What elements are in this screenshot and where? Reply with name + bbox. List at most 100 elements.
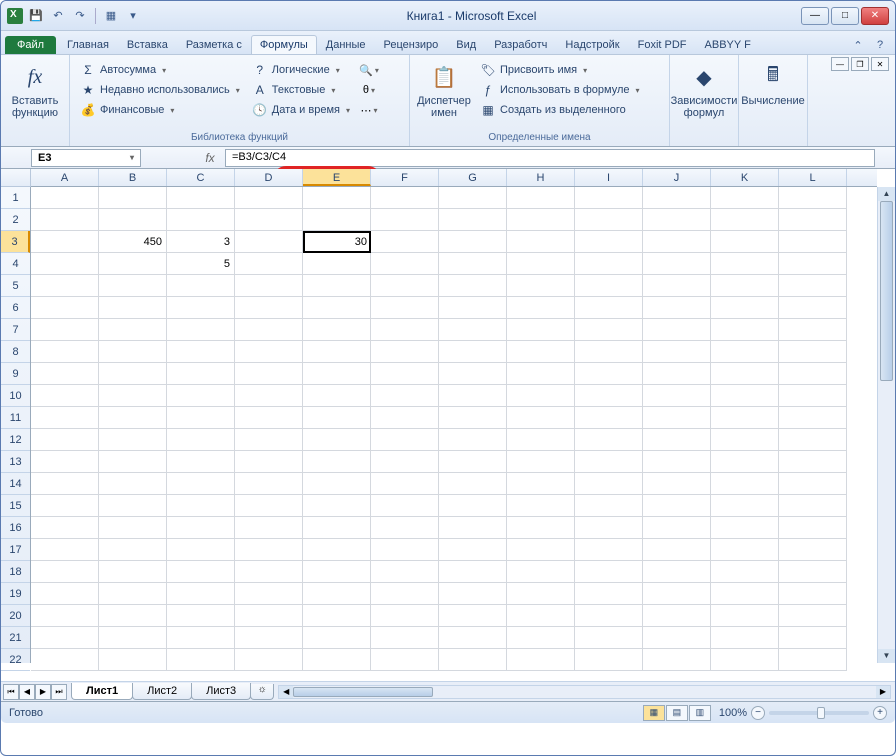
workbook-close-button[interactable]: ✕ (871, 57, 889, 71)
page-layout-view-button[interactable]: ▤ (666, 705, 688, 721)
column-header-L[interactable]: L (779, 169, 847, 186)
cell-F6[interactable] (371, 297, 439, 319)
ribbon-tab-разработч[interactable]: Разработч (485, 35, 556, 54)
cell-B7[interactable] (99, 319, 167, 341)
cell-A19[interactable] (31, 583, 99, 605)
column-header-E[interactable]: E (303, 169, 371, 186)
cell-K20[interactable] (711, 605, 779, 627)
cell-B22[interactable] (99, 649, 167, 671)
cell-C17[interactable] (167, 539, 235, 561)
cell-J19[interactable] (643, 583, 711, 605)
cell-G22[interactable] (439, 649, 507, 671)
cell-J6[interactable] (643, 297, 711, 319)
normal-view-button[interactable]: ▦ (643, 705, 665, 721)
cell-L19[interactable] (779, 583, 847, 605)
row-header-18[interactable]: 18 (1, 561, 30, 583)
cell-G9[interactable] (439, 363, 507, 385)
cell-B17[interactable] (99, 539, 167, 561)
cell-H11[interactable] (507, 407, 575, 429)
cell-K14[interactable] (711, 473, 779, 495)
cell-G7[interactable] (439, 319, 507, 341)
cell-H18[interactable] (507, 561, 575, 583)
sheet-nav-last[interactable]: ⏭ (51, 684, 67, 700)
autosum-button[interactable]: ΣАвтосумма▾ (76, 61, 244, 79)
cell-L12[interactable] (779, 429, 847, 451)
cell-A3[interactable] (31, 231, 99, 253)
ribbon-tab-abbyy f[interactable]: ABBYY F (696, 35, 760, 54)
cell-A14[interactable] (31, 473, 99, 495)
cell-L4[interactable] (779, 253, 847, 275)
cell-J1[interactable] (643, 187, 711, 209)
cell-B4[interactable] (99, 253, 167, 275)
cell-F12[interactable] (371, 429, 439, 451)
cell-G14[interactable] (439, 473, 507, 495)
column-header-K[interactable]: K (711, 169, 779, 186)
cell-I4[interactable] (575, 253, 643, 275)
cell-D6[interactable] (235, 297, 303, 319)
cell-A22[interactable] (31, 649, 99, 671)
cell-K2[interactable] (711, 209, 779, 231)
sheet-nav-next[interactable]: ▶ (35, 684, 51, 700)
cell-B10[interactable] (99, 385, 167, 407)
cell-F4[interactable] (371, 253, 439, 275)
sheet-nav-first[interactable]: ⏮ (3, 684, 19, 700)
cell-J10[interactable] (643, 385, 711, 407)
cell-G12[interactable] (439, 429, 507, 451)
sheet-tab-Лист3[interactable]: Лист3 (191, 683, 251, 700)
cell-H1[interactable] (507, 187, 575, 209)
ribbon-tab-разметка с[interactable]: Разметка с (177, 35, 251, 54)
row-header-2[interactable]: 2 (1, 209, 30, 231)
row-header-20[interactable]: 20 (1, 605, 30, 627)
cell-E3[interactable]: 30 (303, 231, 371, 253)
cell-F8[interactable] (371, 341, 439, 363)
cell-E2[interactable] (303, 209, 371, 231)
column-header-J[interactable]: J (643, 169, 711, 186)
cell-J13[interactable] (643, 451, 711, 473)
cell-F16[interactable] (371, 517, 439, 539)
cell-C19[interactable] (167, 583, 235, 605)
cell-B19[interactable] (99, 583, 167, 605)
cell-E15[interactable] (303, 495, 371, 517)
cell-L10[interactable] (779, 385, 847, 407)
cell-A2[interactable] (31, 209, 99, 231)
save-button[interactable]: 💾 (27, 7, 45, 25)
name-box-dropdown-icon[interactable]: ▾ (130, 153, 134, 162)
cell-J18[interactable] (643, 561, 711, 583)
help-button[interactable]: ? (871, 36, 889, 54)
cell-I22[interactable] (575, 649, 643, 671)
row-header-10[interactable]: 10 (1, 385, 30, 407)
cell-I10[interactable] (575, 385, 643, 407)
cell-I15[interactable] (575, 495, 643, 517)
cell-L15[interactable] (779, 495, 847, 517)
cell-D1[interactable] (235, 187, 303, 209)
cell-I5[interactable] (575, 275, 643, 297)
cell-D17[interactable] (235, 539, 303, 561)
cell-B2[interactable] (99, 209, 167, 231)
cell-C6[interactable] (167, 297, 235, 319)
cell-A18[interactable] (31, 561, 99, 583)
scroll-right-arrow[interactable]: ▶ (876, 686, 890, 698)
cell-K15[interactable] (711, 495, 779, 517)
cell-K12[interactable] (711, 429, 779, 451)
ribbon-tab-данные[interactable]: Данные (317, 35, 375, 54)
cell-J15[interactable] (643, 495, 711, 517)
row-header-12[interactable]: 12 (1, 429, 30, 451)
insert-function-button[interactable]: fx Вставить функцию (7, 57, 63, 129)
cell-D21[interactable] (235, 627, 303, 649)
zoom-out-button[interactable]: − (751, 706, 765, 720)
cell-A16[interactable] (31, 517, 99, 539)
zoom-value[interactable]: 100% (719, 707, 747, 719)
column-header-C[interactable]: C (167, 169, 235, 186)
cell-I17[interactable] (575, 539, 643, 561)
cell-K3[interactable] (711, 231, 779, 253)
select-all-corner[interactable] (1, 169, 31, 187)
row-header-9[interactable]: 9 (1, 363, 30, 385)
cell-J2[interactable] (643, 209, 711, 231)
cell-L8[interactable] (779, 341, 847, 363)
cell-J5[interactable] (643, 275, 711, 297)
cell-B12[interactable] (99, 429, 167, 451)
formula-bar[interactable]: =B3/C3/C4 (225, 149, 875, 167)
cell-J3[interactable] (643, 231, 711, 253)
cell-B11[interactable] (99, 407, 167, 429)
cell-K10[interactable] (711, 385, 779, 407)
